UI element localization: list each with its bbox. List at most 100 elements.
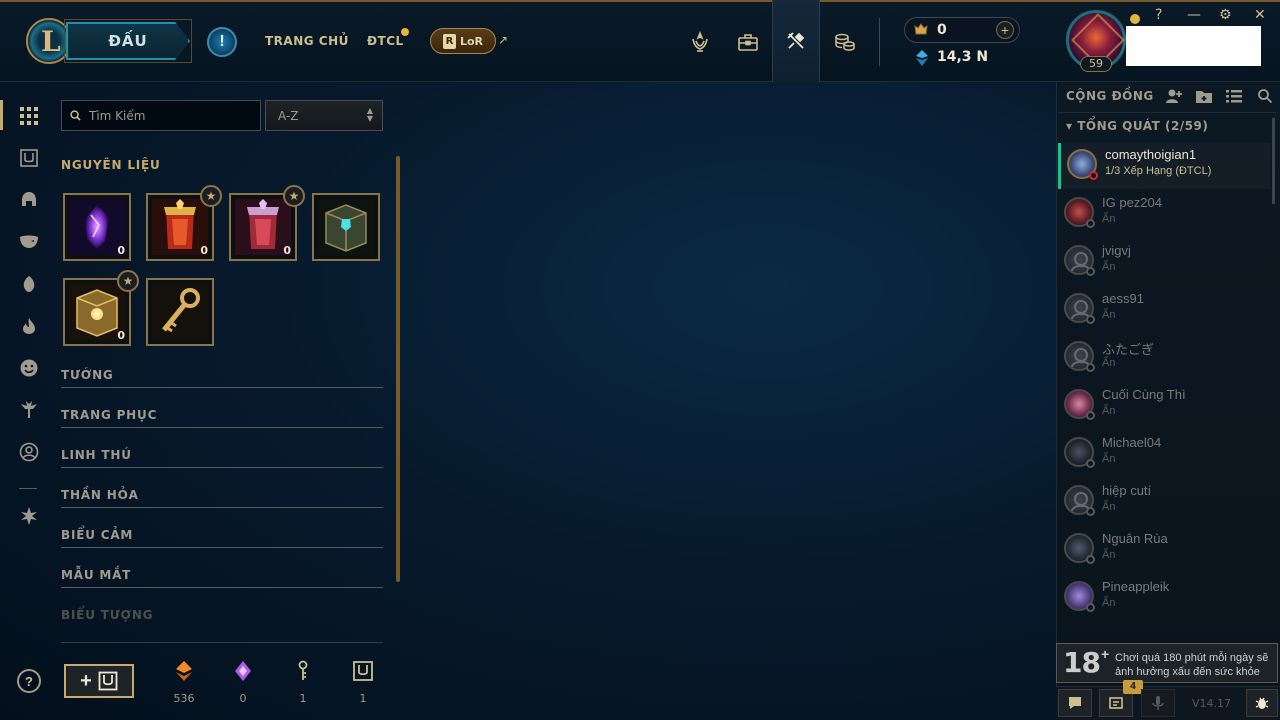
friend-group-header[interactable]: ▾ TỔNG QUÁT (2/59) <box>1066 119 1208 133</box>
chat-button[interactable] <box>1058 689 1092 717</box>
friend-name: jvigvj <box>1102 243 1131 258</box>
friend-status-indicator <box>1086 411 1095 420</box>
tft-filter-icon[interactable] <box>18 505 40 527</box>
loot-item-mythic-essence[interactable]: 0 <box>63 193 131 261</box>
loot-count: 0 <box>117 244 125 257</box>
search-icon <box>70 110 81 121</box>
favorite-star-icon[interactable]: ★ <box>200 185 222 207</box>
section-summoner-icons[interactable]: THẦN HỎA <box>61 488 139 502</box>
buy-rp-button[interactable]: + <box>996 21 1014 39</box>
rail-active-indicator <box>0 100 3 130</box>
loot-scrollbar[interactable] <box>396 156 400 582</box>
friend-row[interactable]: Nguân Rùa Ẩn <box>1058 527 1270 573</box>
favorite-star-icon[interactable]: ★ <box>283 185 305 207</box>
friend-row[interactable]: Michael04 Ẩn <box>1058 431 1270 477</box>
age-rating-plus: + <box>1101 646 1110 662</box>
nav-lor-button[interactable]: R LoR <box>430 28 496 54</box>
voice-button[interactable] <box>1141 689 1175 717</box>
section-champions[interactable]: TƯỚNG <box>61 368 114 382</box>
friend-name: Pineappleik <box>1102 579 1170 594</box>
ranked-icon[interactable] <box>676 22 724 62</box>
section-pets[interactable]: LINH THÚ <box>61 448 132 462</box>
loot-item-key[interactable] <box>146 278 214 346</box>
store-icon[interactable] <box>821 22 869 62</box>
section-materials[interactable]: NGUYÊN LIỆU <box>61 158 161 172</box>
nav-home[interactable]: TRANG CHỦ <box>265 34 349 48</box>
friend-row[interactable]: comaythoigian1 1/3 Xếp Hạng (ĐTCL) <box>1058 143 1270 189</box>
bug-report-button[interactable] <box>1246 689 1278 717</box>
loot-icon[interactable] <box>772 0 820 82</box>
loot-search[interactable] <box>61 100 261 131</box>
friend-status-text: Ẩn <box>1102 357 1116 369</box>
pet-egg-icon[interactable] <box>18 273 40 295</box>
craft-key-button[interactable]: + <box>64 664 134 698</box>
friend-name: hiệp cutí <box>1102 483 1152 498</box>
friend-name: aess91 <box>1102 291 1144 306</box>
champion-helmet-icon[interactable] <box>18 189 40 211</box>
friend-row[interactable]: Pineappleik Ẩn <box>1058 575 1270 621</box>
chest-counter: 1 <box>343 660 383 705</box>
chest-count-icon <box>353 661 373 681</box>
friend-name: IG pez204 <box>1102 195 1162 210</box>
section-icons[interactable]: BIỂU TƯỢNG <box>61 608 153 622</box>
friend-row[interactable]: IG pez204 Ẩn <box>1058 191 1270 237</box>
summoner-name-redacted <box>1126 26 1261 66</box>
loot-item-event-chest-1[interactable]: 0 ★ <box>146 185 222 261</box>
friend-status-indicator <box>1086 603 1095 612</box>
close-icon[interactable]: ✕ <box>1254 7 1266 23</box>
friend-row[interactable]: jvigvj Ẩn <box>1058 239 1270 285</box>
ward-icon[interactable] <box>18 399 40 421</box>
section-ward-skins[interactable]: MẪU MẮT <box>61 568 131 582</box>
settings-gear-icon[interactable]: ⚙ <box>1219 7 1232 23</box>
lor-label: LoR <box>459 34 484 48</box>
social-title: CỘNG ĐỒNG <box>1066 89 1154 103</box>
favorite-star-icon[interactable]: ★ <box>117 270 139 292</box>
loot-help-button[interactable]: ? <box>17 669 41 693</box>
friend-name: Michael04 <box>1102 435 1162 450</box>
key-fragment-value: 1 <box>299 692 307 705</box>
loot-item-masterwork-chest[interactable]: 0 ★ <box>63 270 139 346</box>
add-friend-icon[interactable] <box>1165 88 1183 104</box>
emote-smiley-icon[interactable] <box>18 357 40 379</box>
sort-dropdown[interactable]: A-Z ▲ ▼ <box>265 100 383 131</box>
loot-count: 0 <box>200 244 208 257</box>
friend-status-indicator <box>1086 459 1095 468</box>
collection-icon[interactable] <box>724 22 772 62</box>
friend-row[interactable]: ふたごぎ Ẩn <box>1058 335 1270 381</box>
chest-filter-icon[interactable] <box>18 147 40 169</box>
section-divider <box>61 547 383 548</box>
hextech-key-art-icon <box>152 284 208 340</box>
loot-item-hextech-chest[interactable] <box>312 193 380 261</box>
friend-row[interactable]: hiệp cutí Ẩn <box>1058 479 1270 525</box>
list-view-icon[interactable] <box>1225 88 1243 104</box>
orange-essence-value: 536 <box>173 692 195 705</box>
friend-status-indicator <box>1086 267 1095 276</box>
play-button[interactable]: ĐẤU <box>66 22 190 60</box>
friend-row[interactable]: Cuối Cùng Thì Ẩn <box>1058 383 1270 429</box>
section-emotes[interactable]: BIỂU CẢM <box>61 528 133 542</box>
all-items-grid-icon[interactable] <box>18 105 40 127</box>
loot-item-event-chest-2[interactable]: 0 ★ <box>229 185 305 261</box>
friend-status-indicator <box>1086 507 1095 516</box>
section-skins[interactable]: TRANG PHỤC <box>61 408 157 422</box>
hextech-chest-art-icon <box>318 199 374 255</box>
alert-icon[interactable]: ! <box>207 27 237 57</box>
friend-status-text: 1/3 Xếp Hạng (ĐTCL) <box>1105 165 1212 177</box>
friend-row[interactable]: aess91 Ẩn <box>1058 287 1270 333</box>
profile-icon-filter[interactable] <box>18 441 40 463</box>
social-scrollbar[interactable] <box>1272 118 1275 204</box>
friend-status-text: Ẩn <box>1102 309 1116 321</box>
summoner-flame-icon[interactable] <box>18 315 40 337</box>
friend-status-indicator <box>1086 555 1095 564</box>
friend-name: Cuối Cùng Thì <box>1102 387 1186 402</box>
add-folder-icon[interactable] <box>1195 88 1213 104</box>
search-input[interactable] <box>89 108 249 123</box>
rail-divider <box>19 488 37 489</box>
client-version: V14.17 <box>1192 697 1232 710</box>
bug-icon <box>1255 697 1269 709</box>
nav-tft[interactable]: ĐTCL <box>367 34 404 48</box>
minimize-icon[interactable]: — <box>1187 7 1201 23</box>
friend-search-icon[interactable] <box>1256 88 1274 104</box>
skin-mask-icon[interactable] <box>18 231 40 253</box>
help-icon[interactable]: ? <box>1155 7 1162 23</box>
